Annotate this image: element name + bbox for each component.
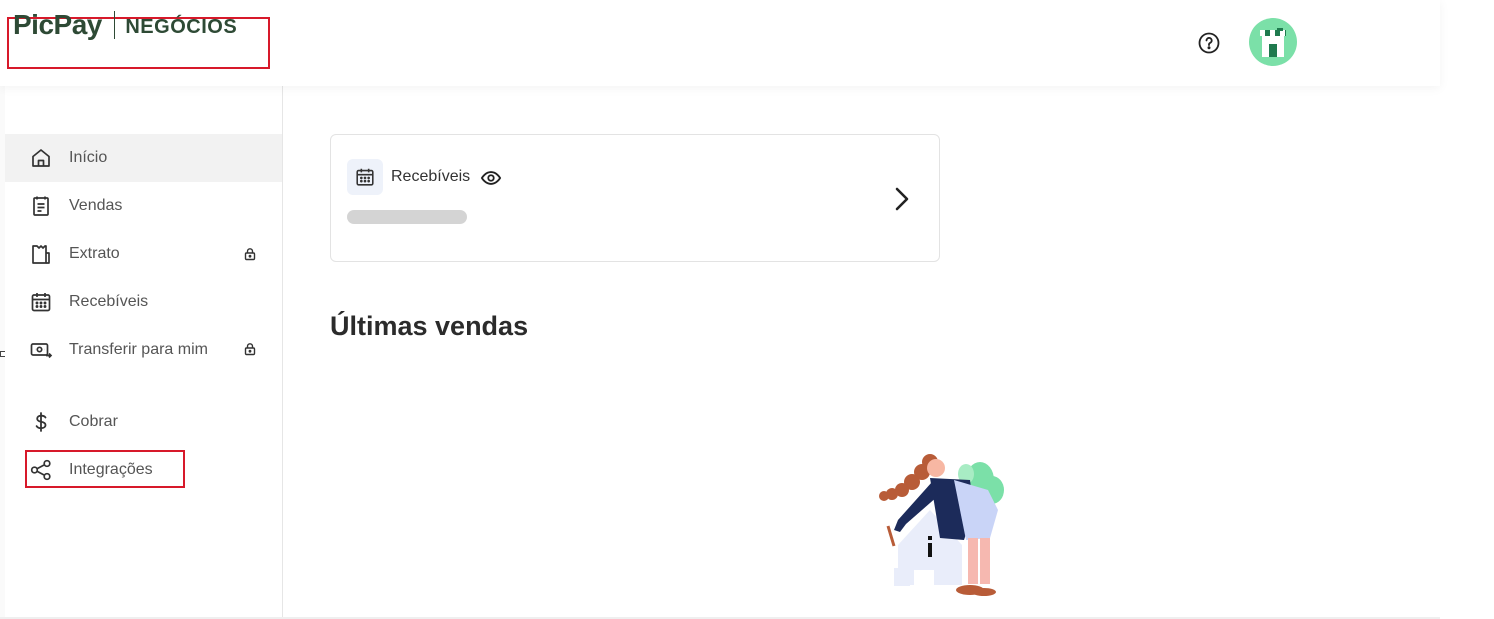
card-icon-container [347,159,383,195]
calendar-icon [31,293,51,312]
transfer-money-icon [30,343,53,359]
sidebar-item-transferir-para-mim[interactable]: Transferir para mim [5,326,282,398]
lock-icon [244,343,256,356]
ultimas-vendas-heading: Últimas vendas [330,311,529,341]
integracoes-highlight-box [25,450,185,488]
chevron-right-icon[interactable] [891,185,913,213]
statement-icon [32,245,50,264]
app-window: PicPay NEGÓCIOS Início Vendas Extrato Re… [0,0,1440,619]
sidebar-item-label: Transferir para mim [69,341,208,358]
top-header: PicPay NEGÓCIOS [0,0,1440,86]
sidebar-item-label: Recebíveis [69,293,149,310]
sidebar-item-label: Extrato [69,245,120,262]
calendar-icon [356,168,374,186]
logo-divider [113,11,116,39]
amount-loading-skeleton [347,210,467,224]
logo-product-text: NEGÓCIOS [125,15,238,38]
sidebar-item-cobrar[interactable]: Cobrar [5,398,282,446]
help-circle-icon[interactable] [1197,31,1221,55]
eye-icon[interactable] [480,168,502,188]
sidebar-item-vendas[interactable]: Vendas [5,182,282,230]
sidebar-item-recebiveis[interactable]: Recebíveis [5,278,282,326]
sidebar: Início Vendas Extrato Recebíveis Transfe… [5,86,283,619]
home-icon [32,149,50,167]
card-title: Recebíveis [391,168,471,185]
dollar-icon [35,412,47,432]
sidebar-item-label: Cobrar [69,413,118,430]
sidebar-item-inicio[interactable]: Início [5,134,282,182]
right-gutter [1440,0,1494,619]
logo-brand-text: PicPay [13,9,102,40]
receipt-icon [33,196,49,216]
recebiveis-card[interactable]: Recebíveis [330,134,940,262]
person-with-house-illustration [879,454,1004,596]
sidebar-item-extrato[interactable]: Extrato [5,230,282,278]
lock-icon [244,248,256,261]
picpay-negocios-logo[interactable]: PicPay NEGÓCIOS [13,9,237,41]
store-avatar-icon[interactable] [1249,18,1297,66]
sidebar-item-label: Início [69,149,108,166]
sidebar-item-label: Vendas [69,197,123,214]
